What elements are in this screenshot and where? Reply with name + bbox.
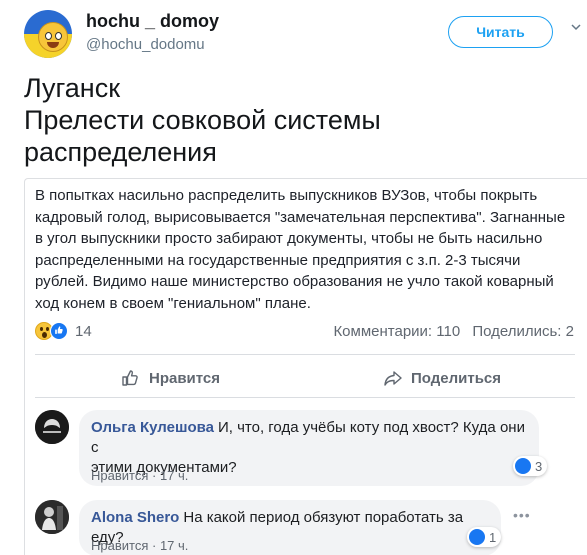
commenter-avatar[interactable] — [35, 410, 69, 444]
tweet-header: hochu _ domoy @hochu_dodomu Читать — [0, 0, 587, 60]
divider — [35, 354, 575, 355]
comment-like-link[interactable]: Нравится — [91, 538, 148, 553]
divider — [35, 397, 575, 398]
reaction-count: 14 — [75, 323, 92, 340]
commenter-avatar[interactable] — [35, 500, 69, 534]
comment-meta: Нравится · 17 ч. — [91, 538, 189, 553]
share-icon — [384, 371, 402, 386]
post-stats: Комментарии: 110 Поделились: 2 — [333, 323, 574, 340]
like-button-label: Нравится — [149, 369, 221, 387]
tweet-text: Луганск Прелести совковой системы распре… — [24, 72, 544, 168]
comments-count-link[interactable]: Комментарии: 110 — [333, 323, 460, 340]
shares-count-link[interactable]: Поделились: 2 — [472, 323, 574, 340]
post-text: В попытках насильно распределить выпускн… — [35, 187, 566, 312]
share-button[interactable]: Поделиться — [383, 361, 501, 395]
user-handle[interactable]: @hochu_dodomu — [86, 36, 205, 53]
follow-button[interactable]: Читать — [448, 16, 553, 48]
user-avatar[interactable] — [24, 10, 72, 58]
share-button-label: Поделиться — [411, 369, 502, 387]
display-name[interactable]: hochu _ domoy — [86, 11, 219, 32]
comment-timestamp[interactable]: 17 ч. — [160, 538, 188, 553]
like-reaction-icon — [515, 458, 531, 474]
comment-likes-badge[interactable]: 1 — [467, 527, 502, 547]
tweet-text-line: распределения — [24, 137, 217, 167]
like-reaction-icon — [50, 322, 68, 340]
post-actions: Нравится Поделиться — [25, 361, 587, 395]
chevron-down-icon[interactable] — [571, 22, 581, 32]
comment-author[interactable]: Alona Shero — [91, 509, 179, 526]
comment-likes-badge[interactable]: 3 — [513, 456, 548, 476]
tweet-text-line: Луганск — [24, 73, 121, 103]
comment-meta: Нравится · 17 ч. — [91, 468, 189, 483]
tweet-text-line: Прелести совковой системы — [24, 105, 381, 135]
comment-timestamp[interactable]: 17 ч. — [160, 468, 188, 483]
more-options-icon[interactable]: ••• — [513, 507, 531, 523]
like-button[interactable]: Нравится — [121, 361, 220, 395]
comment-like-count: 1 — [489, 529, 497, 545]
comment-like-link[interactable]: Нравится — [91, 468, 148, 483]
embedded-facebook-post: В попытках насильно распределить выпускн… — [24, 178, 587, 555]
comment-like-count: 3 — [535, 458, 543, 474]
like-reaction-icon — [469, 529, 485, 545]
thumbs-up-icon — [122, 370, 138, 386]
comment-author[interactable]: Ольга Кулешова — [91, 419, 214, 436]
